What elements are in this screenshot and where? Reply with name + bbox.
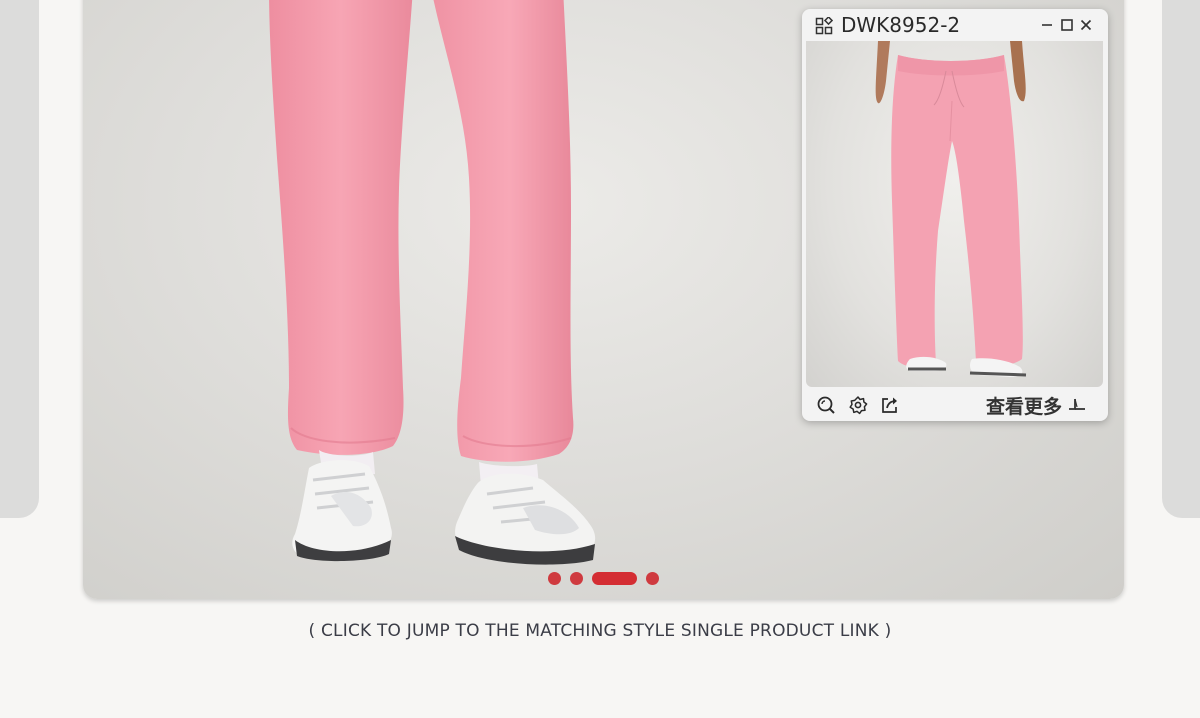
maximize-icon[interactable] [1059, 17, 1075, 33]
window-title: DWK8952-2 [841, 13, 961, 37]
carousel-dot-active[interactable] [592, 571, 637, 585]
close-icon[interactable] [1078, 17, 1094, 33]
view-more-button[interactable]: 查看更多 [986, 391, 1087, 419]
carousel-dot[interactable] [570, 571, 583, 585]
share-icon[interactable] [880, 395, 900, 415]
floating-preview-window: DWK8952-2 查看更多 [802, 9, 1108, 421]
minimize-icon[interactable] [1039, 17, 1055, 33]
preview-image[interactable] [806, 41, 1103, 387]
window-titlebar[interactable]: DWK8952-2 [802, 9, 1108, 41]
preview-photo [875, 41, 1027, 377]
zoom-icon[interactable] [816, 395, 836, 415]
carousel-dots [83, 571, 1124, 585]
jump-link-caption[interactable]: ( CLICK TO JUMP TO THE MATCHING STYLE SI… [0, 621, 1200, 641]
carousel-dot[interactable] [548, 571, 561, 585]
prev-slide-card[interactable] [0, 0, 39, 518]
next-slide-card[interactable] [1162, 0, 1200, 518]
apps-grid-icon [815, 17, 833, 35]
carousel-dot[interactable] [646, 571, 659, 585]
arrow-corner-icon [1069, 398, 1086, 410]
window-toolbar: 查看更多 [802, 389, 1108, 421]
view-more-label: 查看更多 [986, 395, 1063, 418]
gear-icon[interactable] [848, 395, 868, 415]
